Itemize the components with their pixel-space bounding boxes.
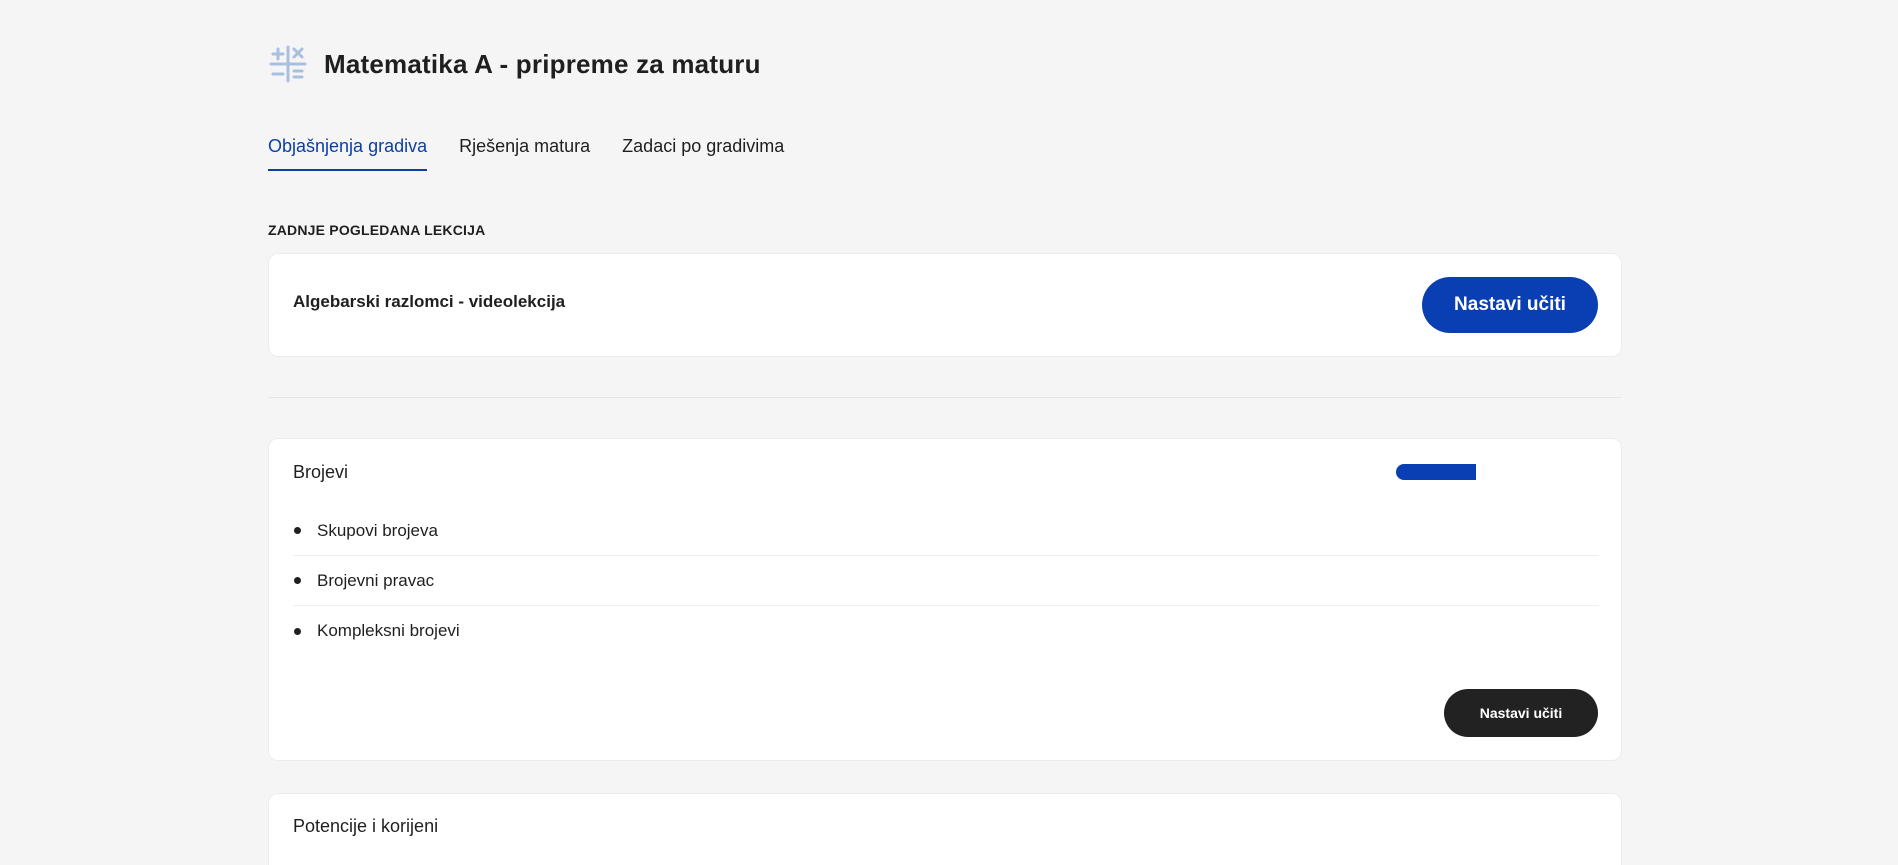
list-item[interactable]: Kompleksni brojevi [293,606,1599,656]
bullet-icon [294,527,301,534]
bullet-icon [294,577,301,584]
list-item[interactable]: Brojevni pravac [293,556,1599,606]
bullet-icon [294,627,301,635]
tab-bar: Objašnjenja gradiva Rješenja matura Zada… [268,136,816,171]
tab-zadaci-po-gradivima[interactable]: Zadaci po gradivima [622,136,784,171]
section-divider [268,397,1622,398]
topic-title: Potencije i korijeni [293,816,439,836]
lesson-label: Skupovi brojeva [317,520,438,540]
page-header: Matematika A - pripreme za maturu [268,44,761,84]
section-label-last-viewed: ZADNJE POGLEDANA LEKCIJA [268,222,486,238]
tab-rjesenja-matura[interactable]: Rješenja matura [459,136,590,171]
lesson-list: Skupovi brojeva Brojevni pravac Kompleks… [293,506,1599,656]
last-viewed-card: Algebarski razlomci - videolekcija Nasta… [268,253,1622,357]
topic-title: Brojevi [293,462,349,482]
last-viewed-lesson-title: Algebarski razlomci - videolekcija [293,292,566,311]
topic-continue-button[interactable]: Nastavi učiti [1444,689,1598,737]
topic-progress-fill [1396,464,1476,480]
math-operators-icon [269,45,307,83]
tab-objasnjenja-gradiva[interactable]: Objašnjenja gradiva [268,136,428,171]
topic-card-brojevi: Brojevi Skupovi brojeva Brojevni pravac … [268,438,1622,761]
lesson-label: Brojevni pravac [317,570,435,590]
lesson-label: Kompleksni brojevi [317,621,460,640]
continue-learning-button[interactable]: Nastavi učiti [1422,277,1598,333]
list-item[interactable]: Skupovi brojeva [293,506,1599,556]
topic-progress-bar [1396,464,1476,480]
topic-card-potencije[interactable]: Potencije i korijeni [268,793,1622,865]
page-title: Matematika A - pripreme za maturu [324,48,761,79]
